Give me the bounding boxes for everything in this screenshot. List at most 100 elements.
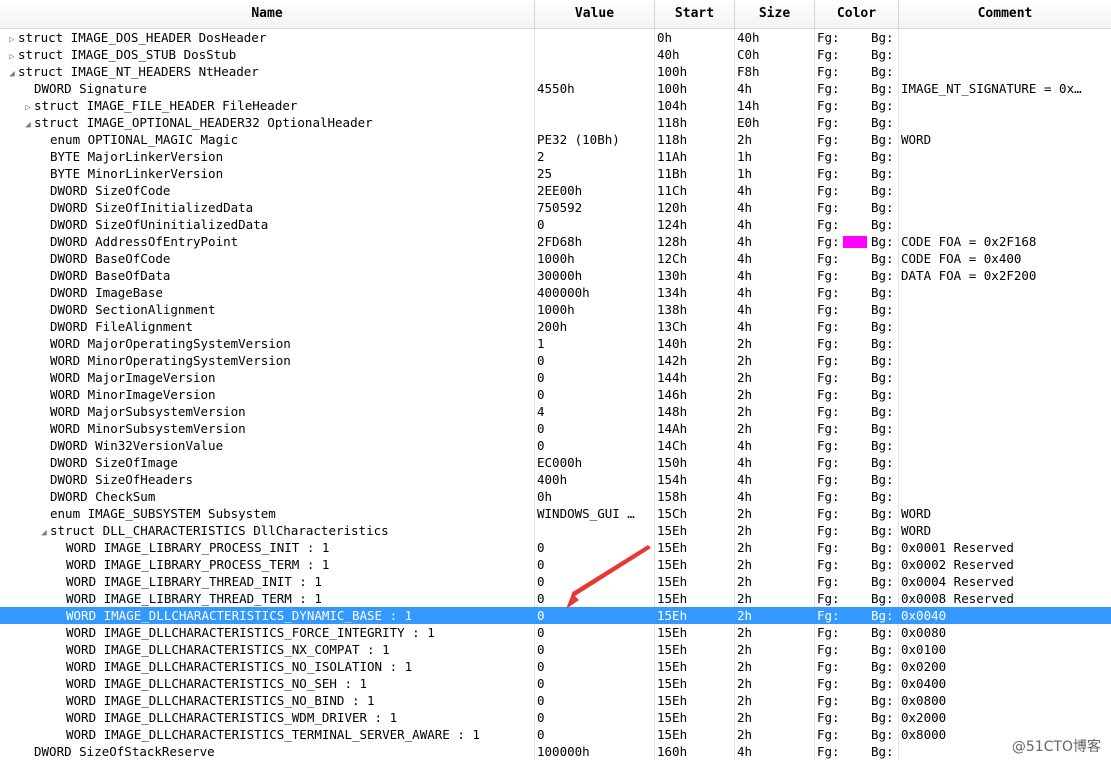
table-row[interactable]: WORD IMAGE_DLLCHARACTERISTICS_FORCE_INTE… bbox=[0, 624, 1111, 641]
color-cell[interactable]: Fg: Bg: bbox=[815, 607, 899, 624]
table-row[interactable]: WORD IMAGE_DLLCHARACTERISTICS_NX_COMPAT … bbox=[0, 641, 1111, 658]
color-cell[interactable]: Fg: Bg: bbox=[815, 726, 899, 743]
table-row[interactable]: WORD IMAGE_DLLCHARACTERISTICS_DYNAMIC_BA… bbox=[0, 607, 1111, 624]
table-row[interactable]: ▷ struct IMAGE_DOS_STUB DosStub 40h C0h Fg: B… bbox=[0, 46, 1111, 63]
color-cell[interactable]: Fg: Bg: bbox=[815, 556, 899, 573]
table-row[interactable]: WORD MajorOperatingSystemVersion 1 140h 2h F… bbox=[0, 335, 1111, 352]
color-cell[interactable]: Fg: Bg: bbox=[815, 131, 899, 148]
collapse-triangle-icon[interactable]: ◢ bbox=[38, 525, 50, 539]
color-cell[interactable]: Fg: Bg: bbox=[815, 658, 899, 675]
color-cell[interactable]: Fg: Bg: bbox=[815, 284, 899, 301]
table-row[interactable]: WORD IMAGE_DLLCHARACTERISTICS_NO_BIND : … bbox=[0, 692, 1111, 709]
color-cell[interactable]: Fg: Bg: bbox=[815, 692, 899, 709]
table-row[interactable]: DWORD SizeOfStackReserve 100000h 160h 4h Fg:… bbox=[0, 743, 1111, 760]
column-header-size[interactable]: Size bbox=[735, 0, 815, 28]
table-row[interactable]: DWORD BaseOfData 30000h 130h 4h Fg: Bg: DATA F… bbox=[0, 267, 1111, 284]
table-row[interactable]: WORD IMAGE_LIBRARY_THREAD_TERM : 1 0 15Eh 2… bbox=[0, 590, 1111, 607]
table-row[interactable]: WORD MinorOperatingSystemVersion 0 142h 2h F… bbox=[0, 352, 1111, 369]
color-cell[interactable]: Fg: Bg: bbox=[815, 573, 899, 590]
table-row[interactable]: DWORD AddressOfEntryPoint 2FD68h 128h 4h Fg:… bbox=[0, 233, 1111, 250]
color-cell[interactable]: Fg: Bg: bbox=[815, 63, 899, 80]
color-cell[interactable]: Fg: Bg: bbox=[815, 233, 899, 250]
expand-triangle-icon[interactable]: ▷ bbox=[6, 32, 18, 46]
color-cell[interactable]: Fg: Bg: bbox=[815, 148, 899, 165]
color-cell[interactable]: Fg: Bg: bbox=[815, 522, 899, 539]
table-row[interactable]: ◢ struct DLL_CHARACTERISTICS DllCharacter… bbox=[0, 522, 1111, 539]
table-row[interactable]: WORD MajorSubsystemVersion 4 148h 2h Fg: Bg: bbox=[0, 403, 1111, 420]
color-cell[interactable]: Fg: Bg: bbox=[815, 80, 899, 97]
table-row[interactable]: ◢ struct IMAGE_OPTIONAL_HEADER32 Optional… bbox=[0, 114, 1111, 131]
color-cell[interactable]: Fg: Bg: bbox=[815, 250, 899, 267]
color-cell[interactable]: Fg: Bg: bbox=[815, 420, 899, 437]
table-row[interactable]: DWORD SectionAlignment 1000h 138h 4h Fg: Bg: bbox=[0, 301, 1111, 318]
table-row[interactable]: DWORD Signature 4550h 100h 4h Fg: Bg: IMAGE_NT… bbox=[0, 80, 1111, 97]
table-row[interactable]: WORD IMAGE_LIBRARY_PROCESS_INIT : 1 0 15Eh… bbox=[0, 539, 1111, 556]
table-row[interactable]: WORD IMAGE_LIBRARY_PROCESS_TERM : 1 0 15Eh… bbox=[0, 556, 1111, 573]
table-row[interactable]: WORD MinorImageVersion 0 146h 2h Fg: Bg: bbox=[0, 386, 1111, 403]
table-row[interactable]: DWORD Win32VersionValue 0 14Ch 4h Fg: Bg: bbox=[0, 437, 1111, 454]
table-row[interactable]: ▷ struct IMAGE_FILE_HEADER FileHeader 104h… bbox=[0, 97, 1111, 114]
column-header-name[interactable]: Name bbox=[0, 0, 535, 28]
table-row[interactable]: BYTE MinorLinkerVersion 25 11Bh 1h Fg: Bg: bbox=[0, 165, 1111, 182]
table-row[interactable]: ◢ struct IMAGE_NT_HEADERS NtHeader 100h F8h… bbox=[0, 63, 1111, 80]
expand-triangle-icon[interactable]: ▷ bbox=[6, 49, 18, 63]
color-cell[interactable]: Fg: Bg: bbox=[815, 199, 899, 216]
color-cell[interactable]: Fg: Bg: bbox=[815, 165, 899, 182]
color-cell[interactable]: Fg: Bg: bbox=[815, 352, 899, 369]
table-row[interactable]: enum IMAGE_SUBSYSTEM Subsystem WINDOWS_GU… bbox=[0, 505, 1111, 522]
collapse-triangle-icon[interactable]: ◢ bbox=[22, 117, 34, 131]
table-row[interactable]: WORD IMAGE_LIBRARY_THREAD_INIT : 1 0 15Eh 2… bbox=[0, 573, 1111, 590]
color-cell[interactable]: Fg: Bg: bbox=[815, 539, 899, 556]
color-cell[interactable]: Fg: Bg: bbox=[815, 437, 899, 454]
expand-triangle-icon[interactable]: ▷ bbox=[22, 100, 34, 114]
table-row[interactable]: WORD MajorImageVersion 0 144h 2h Fg: Bg: bbox=[0, 369, 1111, 386]
table-row[interactable]: DWORD FileAlignment 200h 13Ch 4h Fg: Bg: bbox=[0, 318, 1111, 335]
table-row[interactable]: DWORD BaseOfCode 1000h 12Ch 4h Fg: Bg: CODE FO… bbox=[0, 250, 1111, 267]
column-header-start[interactable]: Start bbox=[655, 0, 735, 28]
collapse-triangle-icon[interactable]: ◢ bbox=[6, 66, 18, 80]
table-row[interactable]: ▷ struct IMAGE_DOS_HEADER DosHeader 0h 40h F… bbox=[0, 29, 1111, 46]
color-cell[interactable]: Fg: Bg: bbox=[815, 97, 899, 114]
table-row[interactable]: DWORD SizeOfCode 2EE00h 11Ch 4h Fg: Bg: bbox=[0, 182, 1111, 199]
color-cell[interactable]: Fg: Bg: bbox=[815, 318, 899, 335]
table-row[interactable]: WORD IMAGE_DLLCHARACTERISTICS_WDM_DRIVER… bbox=[0, 709, 1111, 726]
color-cell[interactable]: Fg: Bg: bbox=[815, 386, 899, 403]
color-cell[interactable]: Fg: Bg: bbox=[815, 641, 899, 658]
color-cell[interactable]: Fg: Bg: bbox=[815, 505, 899, 522]
color-cell[interactable]: Fg: Bg: bbox=[815, 471, 899, 488]
table-row[interactable]: DWORD SizeOfInitializedData 750592 120h 4h F… bbox=[0, 199, 1111, 216]
color-cell[interactable]: Fg: Bg: bbox=[815, 454, 899, 471]
column-header-value[interactable]: Value bbox=[535, 0, 655, 28]
value-cell: 4550h bbox=[535, 80, 655, 97]
color-cell[interactable]: Fg: Bg: bbox=[815, 182, 899, 199]
table-row[interactable]: enum OPTIONAL_MAGIC Magic PE32 (10Bh) 118h… bbox=[0, 131, 1111, 148]
color-cell[interactable]: Fg: Bg: bbox=[815, 624, 899, 641]
table-row[interactable]: BYTE MajorLinkerVersion 2 11Ah 1h Fg: Bg: bbox=[0, 148, 1111, 165]
color-cell[interactable]: Fg: Bg: bbox=[815, 216, 899, 233]
color-cell[interactable]: Fg: Bg: bbox=[815, 369, 899, 386]
table-row[interactable]: DWORD SizeOfHeaders 400h 154h 4h Fg: Bg: bbox=[0, 471, 1111, 488]
color-cell[interactable]: Fg: Bg: bbox=[815, 267, 899, 284]
color-cell[interactable]: Fg: Bg: bbox=[815, 709, 899, 726]
table-row[interactable]: DWORD SizeOfUninitializedData 0 124h 4h Fg: B… bbox=[0, 216, 1111, 233]
color-cell[interactable]: Fg: Bg: bbox=[815, 301, 899, 318]
table-row[interactable]: DWORD SizeOfImage EC000h 150h 4h Fg: Bg: bbox=[0, 454, 1111, 471]
table-row[interactable]: DWORD ImageBase 400000h 134h 4h Fg: Bg: bbox=[0, 284, 1111, 301]
table-row[interactable]: WORD MinorSubsystemVersion 0 14Ah 2h Fg: Bg: bbox=[0, 420, 1111, 437]
color-cell[interactable]: Fg: Bg: bbox=[815, 114, 899, 131]
color-cell[interactable]: Fg: Bg: bbox=[815, 590, 899, 607]
color-cell[interactable]: Fg: Bg: bbox=[815, 335, 899, 352]
table-row[interactable]: WORD IMAGE_DLLCHARACTERISTICS_NO_ISOLATI… bbox=[0, 658, 1111, 675]
color-cell[interactable]: Fg: Bg: bbox=[815, 403, 899, 420]
table-row[interactable]: WORD IMAGE_DLLCHARACTERISTICS_TERMINAL_S… bbox=[0, 726, 1111, 743]
column-header-comment[interactable]: Comment bbox=[899, 0, 1111, 28]
color-cell[interactable]: Fg: Bg: bbox=[815, 743, 899, 760]
value-cell: 2EE00h bbox=[535, 182, 655, 199]
table-row[interactable]: WORD IMAGE_DLLCHARACTERISTICS_NO_SEH : 1… bbox=[0, 675, 1111, 692]
column-header-color[interactable]: Color bbox=[815, 0, 899, 28]
color-cell[interactable]: Fg: Bg: bbox=[815, 29, 899, 46]
color-cell[interactable]: Fg: Bg: bbox=[815, 675, 899, 692]
color-cell[interactable]: Fg: Bg: bbox=[815, 488, 899, 505]
table-row[interactable]: DWORD CheckSum 0h 158h 4h Fg: Bg: bbox=[0, 488, 1111, 505]
color-cell[interactable]: Fg: Bg: bbox=[815, 46, 899, 63]
